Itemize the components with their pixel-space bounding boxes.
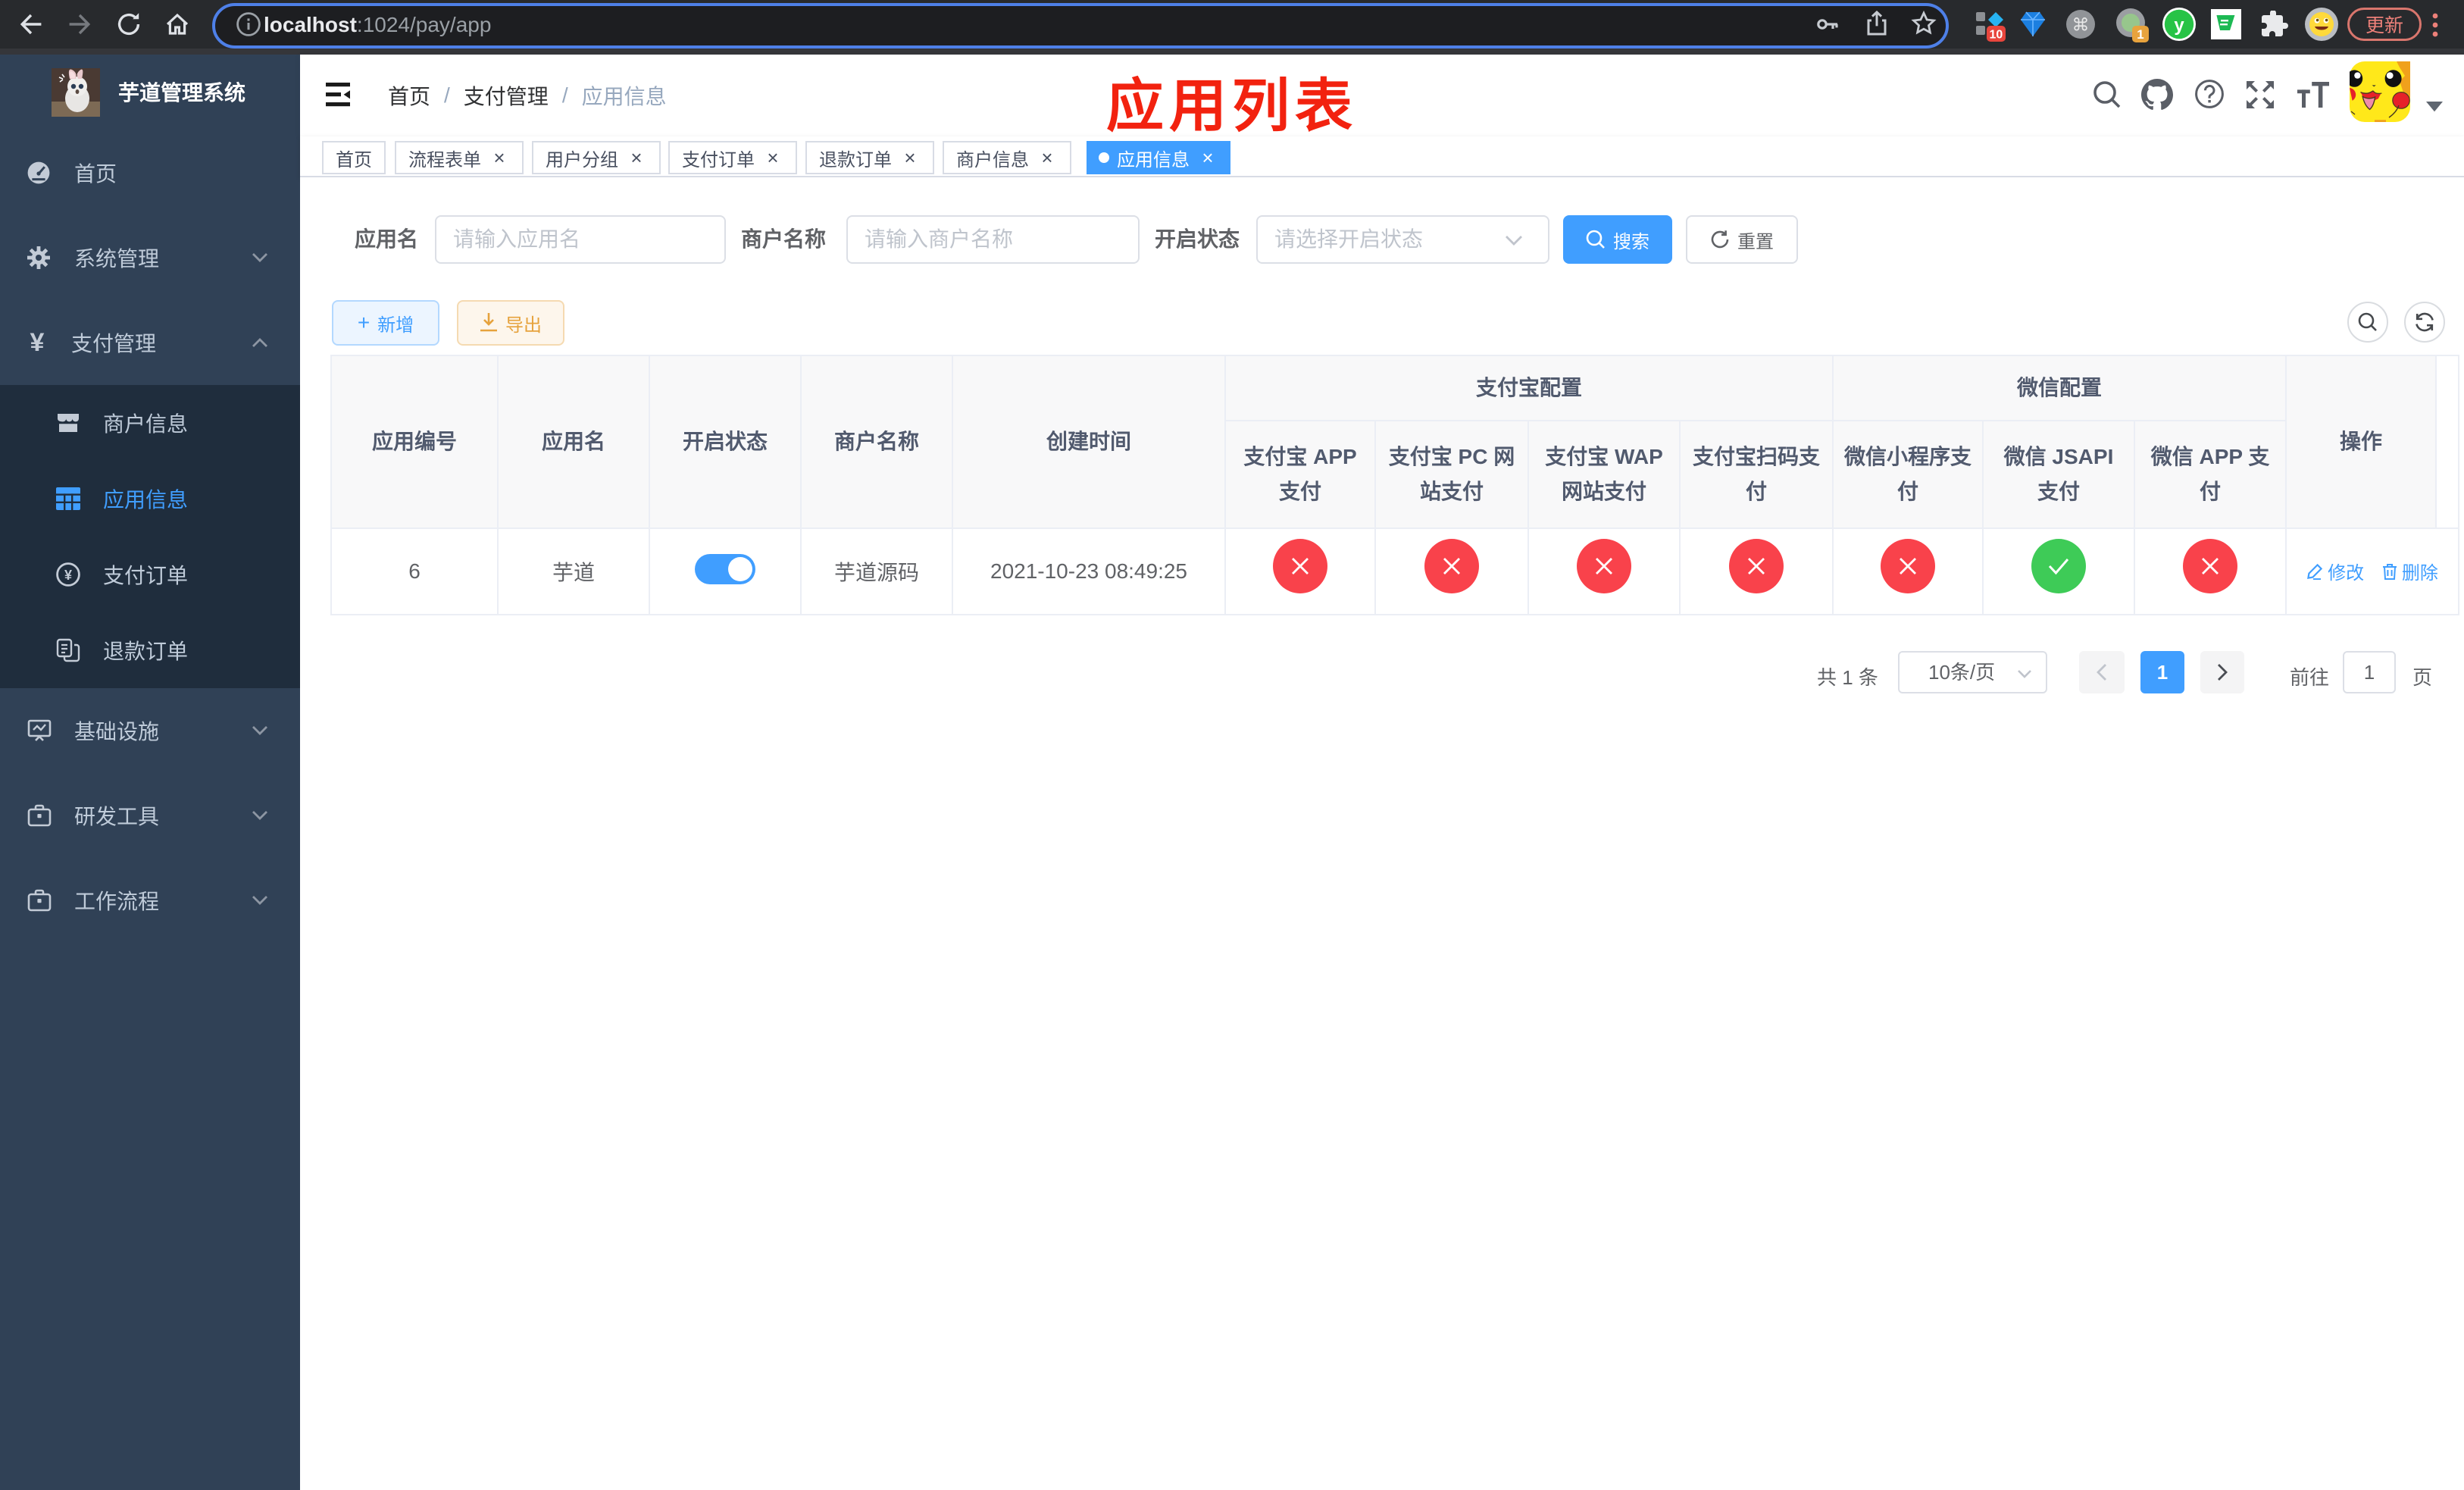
svg-text:⌘: ⌘ [2072, 14, 2090, 34]
svg-text:y: y [2174, 15, 2184, 36]
svg-text:¥: ¥ [64, 568, 72, 583]
svg-text:10: 10 [1990, 29, 2003, 42]
svg-text:1: 1 [2137, 27, 2143, 42]
